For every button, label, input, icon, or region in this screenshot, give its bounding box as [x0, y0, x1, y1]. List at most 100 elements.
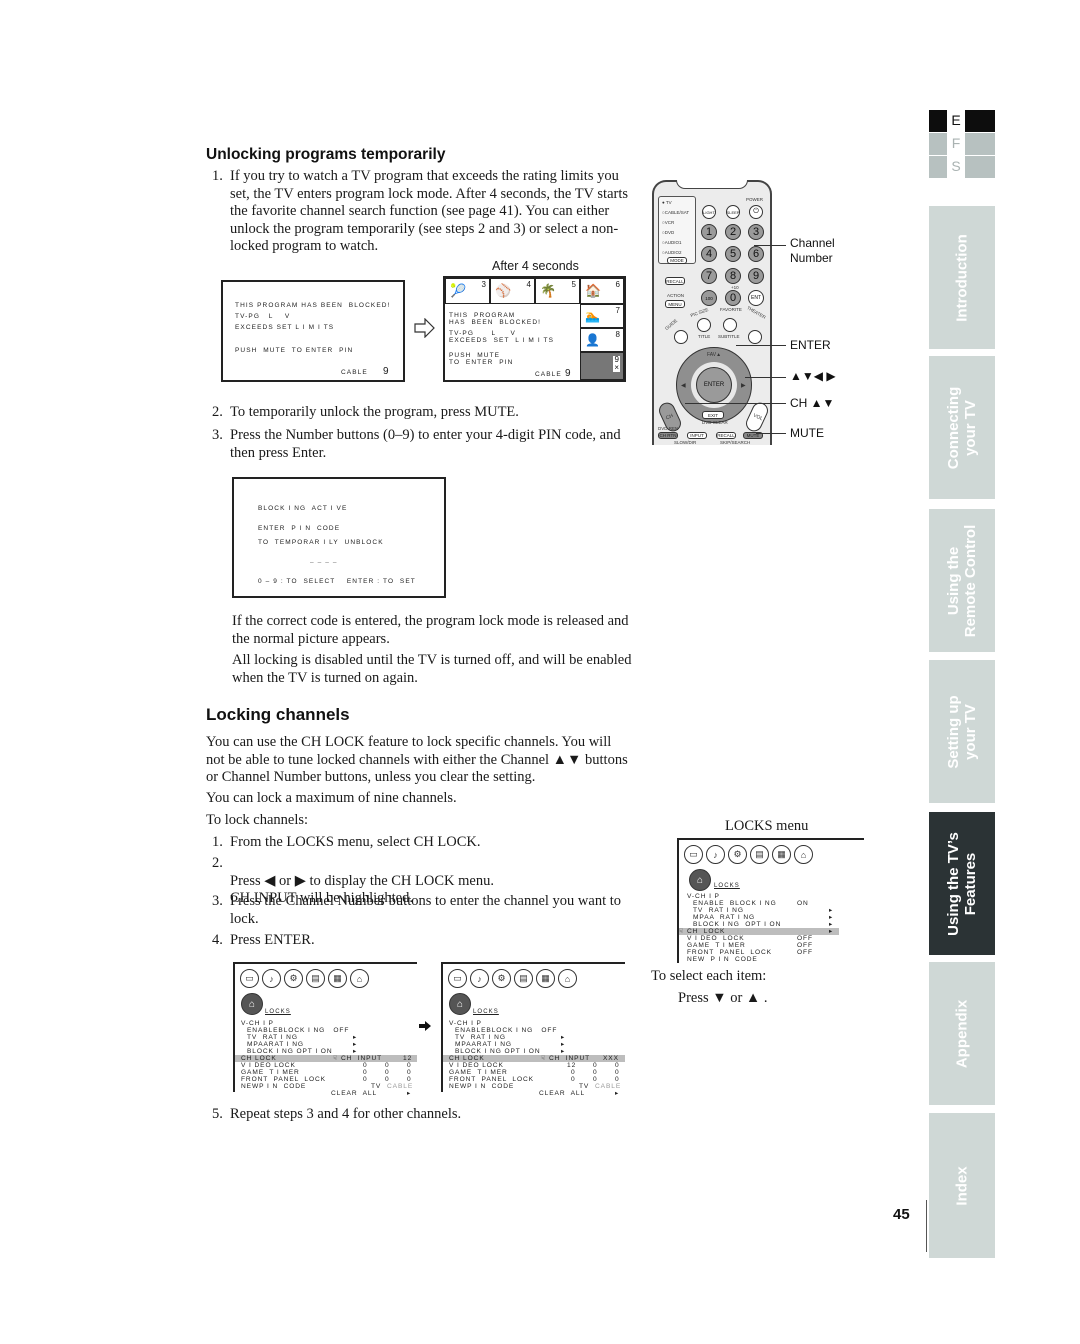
theater-menu-icon: ▤ [514, 969, 533, 988]
menu-item-label: V-CH I P [687, 893, 720, 900]
number-button-8[interactable]: 8 [725, 268, 741, 284]
chapter-tab-label: Using the Remote Control [945, 524, 979, 637]
volume-rocker[interactable]: VOL [743, 400, 771, 434]
number-button-0[interactable]: 0 [725, 290, 741, 306]
osd-line: BLOCK I NG ACT I VE [258, 505, 348, 512]
locks-menu-item[interactable]: ENABLE BLOCK I NG ON [679, 900, 839, 907]
chlock-menu-after: ▭ ♪ ⚙ ▤ ▦ ⌂ ⌂ LOCKS V-CH I P ENABLEBLOCK… [441, 962, 625, 1097]
chapter-tab-label: Index [953, 1165, 971, 1206]
recall-button[interactable]: RECALL [665, 277, 685, 285]
paragraph-code-entered: If the correct code is entered, the prog… [232, 613, 629, 647]
ch-rtn-button[interactable]: CH RTN [658, 432, 678, 439]
enter-button[interactable]: ENTER [696, 367, 732, 403]
menu-item-value: ON [797, 900, 809, 907]
recall-button-2[interactable]: RECALL [716, 432, 736, 439]
locks-menu-item[interactable]: MPAA RAT I NG ▸ [679, 914, 839, 921]
sleep-button[interactable]: SLEEP [726, 205, 740, 219]
locks-menu-item[interactable]: V-CH I P [679, 893, 839, 900]
chapter-tab-setting-up-your-tv[interactable]: Setting up your TV [929, 660, 995, 803]
lock-step-1: 1. From the LOCKS menu, select CH LOCK. [212, 834, 481, 850]
chapter-tab-label: Introduction [953, 233, 971, 322]
step-number: 1. [212, 168, 223, 184]
callout-enter: ENTER [790, 338, 831, 352]
hundred-button[interactable]: 100 [701, 290, 717, 306]
language-tab-f[interactable]: F [949, 135, 963, 151]
language-block [929, 133, 947, 155]
osd-channel: 9 [383, 366, 389, 377]
number-button-1[interactable]: 1 [701, 224, 717, 240]
locks-menu-item[interactable]: NEW P I N CODE [679, 956, 839, 963]
osd-line: TV-PG L V [235, 313, 291, 320]
chapter-tab-using-the-remote-control[interactable]: Using the Remote Control [929, 509, 995, 652]
theater-button[interactable] [748, 330, 762, 344]
power-button[interactable]: ⏻ [749, 205, 763, 219]
setup-menu-icon: ⚙ [728, 845, 747, 864]
favorite-button[interactable] [723, 318, 737, 332]
paragraph-max: You can lock a maximum of nine channels. [206, 790, 457, 806]
locks-menu-item[interactable]: BLOCK I NG OPT I ON ▸ [679, 921, 839, 928]
input-button[interactable]: INPUT [687, 432, 707, 439]
number-button-5[interactable]: 5 [725, 246, 741, 262]
chapter-tab-label: Setting up your TV [945, 694, 979, 769]
page-number-rule [926, 1200, 927, 1252]
chapter-tab-using-the-tv-s-features[interactable]: Using the TV’s Features [929, 812, 995, 955]
chlock-row-highlighted[interactable]: CH LOCK ☟ CH INPUT XXX [443, 1055, 625, 1062]
hollow-arrow-icon [414, 318, 435, 338]
page-number: 45 [893, 1206, 910, 1223]
language-block [929, 110, 947, 132]
locks-menu-item[interactable]: TV RAT I NG ▸ [679, 907, 839, 914]
number-button-2[interactable]: 2 [725, 224, 741, 240]
chapter-tab-label: Connecting your TV [945, 386, 979, 469]
locks-menu-item[interactable]: FRONT PANEL LOCK OFF [679, 949, 839, 956]
locks-menu-caption: LOCKS menu [725, 818, 809, 834]
guide-button[interactable] [674, 330, 688, 344]
menu-item-label: GAME T I MER [687, 942, 746, 949]
channel-search-screen: 3 🎾 4 ⚾ 5 🌴 6 🏠 7 🏊 8 👤 9 × THIS PROGRAM HAS BE… [443, 276, 626, 382]
applications-menu-icon: ▦ [536, 969, 555, 988]
number-button-7[interactable]: 7 [701, 268, 717, 284]
chlock-list: V-CH I P ENABLEBLOCK I NG OFF TV RAT I N… [443, 1020, 625, 1097]
osd-source: CABLE [341, 369, 368, 376]
osd-line: HAS BEEN BLOCKED! [449, 319, 542, 326]
ent-button[interactable]: ENT [748, 290, 764, 306]
locks-menu-screen: ▭ ♪ ⚙ ▤ ▦ ⌂ ⌂ LOCKS V-CH I P ENABLE BLOCK… [677, 838, 864, 963]
menu-item-label: ENABLE BLOCK I NG [693, 900, 777, 907]
picture-menu-icon: ▭ [448, 969, 467, 988]
light-button[interactable]: LIGHT [702, 205, 716, 219]
step-text: If you try to watch a TV program that ex… [230, 168, 628, 254]
chapter-tab-label: Using the TV’s Features [945, 831, 979, 936]
lock-step-5: 5. Repeat steps 3 and 4 for other channel… [212, 1106, 462, 1122]
osd-line: EXCEEDS SET L I M I TS [449, 337, 555, 344]
locks-menu-icon: ⌂ [794, 845, 813, 864]
mode-indicator-panel: ● TV ○CABLE/SAT ○VCR ○DVD ○AUDIO1 ○AUDIO… [658, 196, 696, 264]
osd-source: CABLE [535, 371, 562, 378]
menu-item-value: OFF [797, 942, 813, 949]
chapter-tab-connecting-your-tv[interactable]: Connecting your TV [929, 356, 995, 499]
applications-menu-icon: ▦ [772, 845, 791, 864]
locks-menu-item[interactable]: GAME T I MER OFF [679, 942, 839, 949]
number-button-6[interactable]: 6 [748, 246, 764, 262]
locks-active-icon: ⌂ [449, 993, 471, 1015]
locks-menu-item-selected[interactable]: ☟ CH LOCK ▸ [679, 928, 839, 935]
language-tab-s[interactable]: S [949, 158, 963, 174]
chapter-tab-index[interactable]: Index [929, 1113, 995, 1258]
exit-button[interactable]: EXIT [702, 411, 724, 419]
osd-line: THIS PROGRAM HAS BEEN BLOCKED! [235, 302, 391, 309]
chlock-row-highlighted[interactable]: CH LOCK ☟ CH INPUT 12 [235, 1055, 417, 1062]
number-button-4[interactable]: 4 [701, 246, 717, 262]
menu-item-label: FRONT PANEL LOCK [687, 949, 772, 956]
action-menu-button[interactable]: MENU [665, 300, 685, 308]
chapter-tab-appendix[interactable]: Appendix [929, 962, 995, 1105]
language-tab-e[interactable]: E [949, 112, 963, 128]
channel-thumbnail: 7 🏊 [580, 304, 624, 328]
select-caption: To select each item: [651, 968, 767, 984]
lock-step-3: 3. Press the Channel Number buttons to en… [212, 893, 622, 927]
number-button-9[interactable]: 9 [748, 268, 764, 284]
chapter-tab-introduction[interactable]: Introduction [929, 206, 995, 349]
locks-menu-item[interactable]: V I DEO LOCK OFF [679, 935, 839, 942]
pic-size-button[interactable] [697, 318, 711, 332]
submenu-arrow-icon: ▸ [829, 928, 834, 935]
mode-button[interactable]: MODE [667, 257, 687, 264]
picture-menu-icon: ▭ [684, 845, 703, 864]
number-button-3[interactable]: 3 [748, 224, 764, 240]
